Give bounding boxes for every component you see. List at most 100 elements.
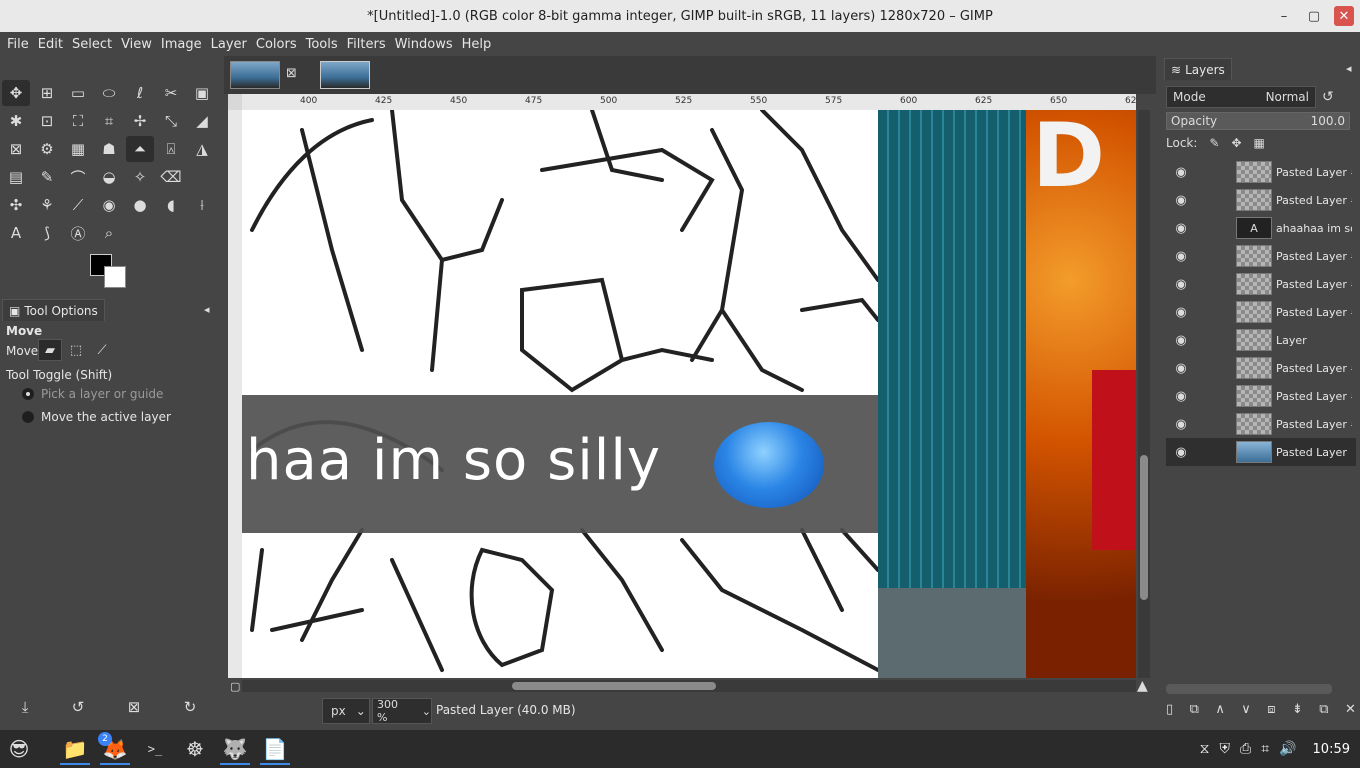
gimp-app-icon[interactable]: 🐺 <box>218 733 252 765</box>
perspective-clone-icon[interactable]: ⍓ <box>157 136 185 162</box>
burn-tool-icon[interactable]: ◖ <box>157 192 185 218</box>
eye-icon[interactable]: ◉ <box>1170 389 1192 404</box>
tab-tool-options[interactable]: ▣ Tool Options <box>2 299 105 321</box>
color-picker-icon[interactable]: ⟆ <box>33 220 61 246</box>
layer-row[interactable]: ◉ Pasted Layer # <box>1166 186 1356 214</box>
menu-file[interactable]: File <box>3 37 33 52</box>
menu-colors[interactable]: Colors <box>252 37 301 52</box>
reset-options-icon[interactable]: ↻ <box>184 698 197 716</box>
eye-icon[interactable]: ◉ <box>1170 221 1192 236</box>
layers-scrollbar[interactable] <box>1166 684 1332 694</box>
ruler-top[interactable]: 400 425 450 475 500 525 550 575 600 625 … <box>242 94 1136 110</box>
smudge-tool-icon[interactable]: ⟋ <box>64 192 92 218</box>
airbrush-tool-icon[interactable]: ◒ <box>95 164 123 190</box>
menu-tools[interactable]: Tools <box>302 37 342 52</box>
warp-transform-icon[interactable]: ☗ <box>95 136 123 162</box>
measure-tool-icon[interactable]: Ⓐ <box>64 220 92 246</box>
maximize-button[interactable]: ▢ <box>1304 6 1324 26</box>
delete-options-icon[interactable]: ⊠ <box>128 698 141 716</box>
zoom-select[interactable]: 300 % ⌄ <box>372 698 432 724</box>
quick-mask-icon[interactable]: ▢ <box>230 680 240 693</box>
lock-pixels-icon[interactable]: ✎ <box>1209 136 1219 150</box>
crop-tool-icon[interactable]: ⛶ <box>64 108 92 134</box>
background-color-swatch[interactable] <box>104 266 126 288</box>
terminal-app-icon[interactable]: >_ <box>138 733 172 765</box>
updates-icon[interactable]: ⎙ <box>1240 741 1251 757</box>
close-button[interactable]: ✕ <box>1334 6 1354 26</box>
layer-row[interactable]: ◉ Pasted Layer # <box>1166 410 1356 438</box>
start-menu-icon[interactable]: 😎 <box>2 733 36 765</box>
layer-row[interactable]: ◉ Pasted Layer # <box>1166 354 1356 382</box>
menu-select[interactable]: Select <box>68 37 116 52</box>
menu-help[interactable]: Help <box>458 37 496 52</box>
volume-icon[interactable]: 🔊 <box>1279 741 1296 757</box>
unified-transform-icon[interactable]: ⌗ <box>95 108 123 134</box>
opacity-slider[interactable]: Opacity 100.0 <box>1166 112 1350 130</box>
lock-alpha-icon[interactable]: ▦ <box>1254 136 1265 150</box>
paintbrush-tool-icon[interactable]: ⌒ <box>64 164 92 190</box>
text-editor-app-icon[interactable]: 📄 <box>258 733 292 765</box>
ink-tool-icon[interactable]: ✧ <box>126 164 154 190</box>
menu-windows[interactable]: Windows <box>391 37 457 52</box>
shear-tool-icon[interactable]: ◢ <box>188 108 216 134</box>
heal-tool-icon[interactable]: ⚘ <box>33 192 61 218</box>
delete-layer-icon[interactable]: ✕ <box>1345 702 1356 717</box>
layer-row[interactable]: ◉ Pasted Layer # <box>1166 242 1356 270</box>
scale-tool-icon[interactable]: ⤡ <box>157 108 185 134</box>
duplicate-layer-icon[interactable]: ⧈ <box>1267 702 1275 717</box>
fuzzy-select-icon[interactable]: ✱ <box>2 108 30 134</box>
lock-position-icon[interactable]: ✥ <box>1231 136 1241 150</box>
handle-transform-icon[interactable]: ⏶ <box>126 136 154 162</box>
foreground-select-icon[interactable]: ▣ <box>188 80 216 106</box>
close-tab-icon[interactable]: ⊠ <box>286 66 297 81</box>
move-tool-icon[interactable]: ✥ <box>2 80 30 106</box>
vertical-scroll-thumb[interactable] <box>1140 455 1148 600</box>
scissors-select-icon[interactable]: ✂ <box>157 80 185 106</box>
eye-icon[interactable]: ◉ <box>1170 165 1192 180</box>
ruler-left[interactable] <box>228 110 242 678</box>
firefox-app-icon[interactable]: 🦊 2 <box>98 732 132 765</box>
image-tab-2[interactable] <box>320 61 370 89</box>
layer-row[interactable]: ◉ Pasted Layer # <box>1166 270 1356 298</box>
horizontal-scroll-thumb[interactable] <box>512 682 716 690</box>
move-layer-option[interactable]: ▰ <box>38 339 62 361</box>
layer-row[interactable]: ◉ Layer <box>1166 326 1356 354</box>
new-group-icon[interactable]: ⧉ <box>1190 702 1199 717</box>
clock[interactable]: 10:59 <box>1313 742 1350 757</box>
color-select-icon[interactable]: ⊡ <box>33 108 61 134</box>
eye-icon[interactable]: ◉ <box>1170 361 1192 376</box>
pencil-tool-icon[interactable]: ✎ <box>33 164 61 190</box>
pick-layer-radio[interactable] <box>22 388 34 400</box>
clipboard-icon[interactable]: ⧖ <box>1200 741 1210 757</box>
clone-tool-icon[interactable]: ✣ <box>2 192 30 218</box>
eye-icon[interactable]: ◉ <box>1170 445 1192 460</box>
rotate-tool-icon[interactable]: ✢ <box>126 108 154 134</box>
layer-row[interactable]: ◉ Pasted Layer # <box>1166 298 1356 326</box>
network-icon[interactable]: ⌗ <box>1261 741 1269 757</box>
image-canvas[interactable]: haa im so silly D <box>242 110 1136 678</box>
ruler-corner[interactable] <box>228 94 242 110</box>
layer-row[interactable]: ◉ Pasted Layer # <box>1166 158 1356 186</box>
bug-app-icon[interactable]: ☸ <box>178 733 212 765</box>
menu-image[interactable]: Image <box>157 37 206 52</box>
bucket-fill-icon[interactable]: ◮ <box>188 136 216 162</box>
eye-icon[interactable]: ◉ <box>1170 193 1192 208</box>
unit-select[interactable]: px ⌄ <box>322 698 370 724</box>
eye-icon[interactable]: ◉ <box>1170 305 1192 320</box>
menu-edit[interactable]: Edit <box>34 37 67 52</box>
layer-row-selected[interactable]: ◉ Pasted Layer <box>1166 438 1356 466</box>
lower-layer-icon[interactable]: ∨ <box>1241 702 1251 717</box>
paths-tool-icon[interactable]: ⟊ <box>188 192 216 218</box>
minimize-button[interactable]: – <box>1274 6 1294 26</box>
eye-icon[interactable]: ◉ <box>1170 277 1192 292</box>
new-layer-icon[interactable]: ▯ <box>1166 702 1173 717</box>
rect-select-icon[interactable]: ▭ <box>64 80 92 106</box>
image-tab-1[interactable] <box>230 61 280 89</box>
restore-options-icon[interactable]: ↺ <box>72 698 85 716</box>
layer-mask-icon[interactable]: ⧉ <box>1319 702 1328 717</box>
dodge-tool-icon[interactable]: ● <box>126 192 154 218</box>
menu-view[interactable]: View <box>117 37 156 52</box>
navigate-icon[interactable]: ▲ <box>1137 678 1148 694</box>
vertical-scrollbar[interactable] <box>1138 110 1150 678</box>
move-active-radio[interactable] <box>22 411 34 423</box>
